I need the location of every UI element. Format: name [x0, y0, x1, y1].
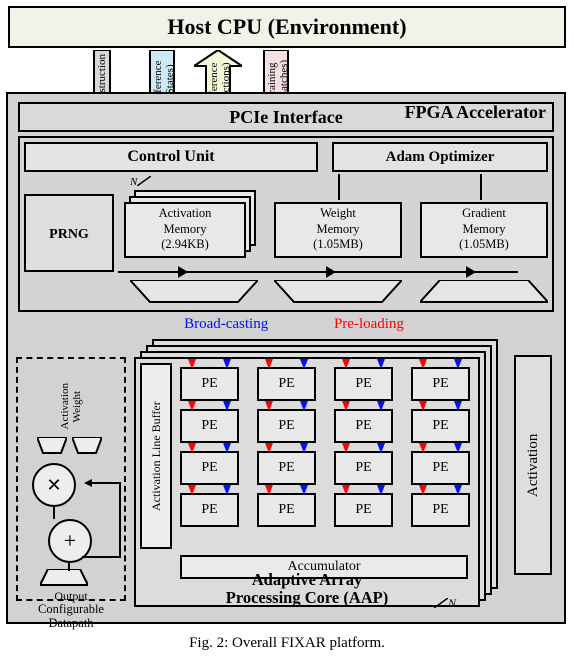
weight-mux — [72, 437, 102, 459]
pe-box: PE — [411, 493, 470, 527]
weight-memory-box: Weight Memory (1.05MB) — [274, 202, 402, 258]
pe-box: PE — [257, 451, 316, 485]
configurable-datapath-title: Configurable Datapath — [16, 603, 126, 631]
pe-box: PE — [257, 493, 316, 527]
gradient-memory-box: Gradient Memory (1.05MB) — [420, 202, 548, 258]
prng-label: PRNG — [49, 227, 89, 242]
pcie-label: PCIe Interface — [229, 107, 342, 127]
weight-input-label: Weight — [71, 383, 83, 429]
pe-box: PE — [334, 367, 393, 401]
control-unit-box: Control Unit — [24, 142, 318, 172]
connector — [338, 174, 340, 200]
pe-box: PE — [180, 367, 239, 401]
pe-box: PE — [257, 367, 316, 401]
n-replication-label-lower: N — [434, 596, 456, 611]
broadcast-label: Broad-casting — [184, 316, 268, 333]
control-unit-label: Control Unit — [127, 148, 214, 165]
plus-icon: + — [64, 528, 76, 554]
pe-box: PE — [180, 493, 239, 527]
datapath-input-labels: Activation Weight — [18, 383, 124, 429]
configurable-datapath-box: Activation Weight ✕ + Output — [16, 357, 126, 601]
adam-optimizer-box: Adam Optimizer — [332, 142, 548, 172]
aap-core-stack: Activation Line Buffer PE PE PE PE PE PE… — [134, 339, 498, 607]
preload-label: Pre-loading — [334, 316, 404, 333]
adam-label: Adam Optimizer — [386, 149, 495, 165]
pe-grid: PE PE PE PE PE PE PE PE PE PE PE PE PE P… — [180, 367, 470, 527]
pe-box: PE — [334, 409, 393, 443]
connector — [480, 174, 482, 200]
host-cpu-box: Host CPU (Environment) — [8, 6, 566, 48]
aap-title: Adaptive Array Processing Core (AAP) — [136, 570, 478, 607]
pe-box: PE — [180, 409, 239, 443]
figure-caption: Fig. 2: Overall FIXAR platform. — [0, 635, 574, 652]
aap-core-front: Activation Line Buffer PE PE PE PE PE PE… — [134, 357, 480, 607]
fpga-accelerator-box: FPGA Accelerator PCIe Interface Control … — [6, 92, 566, 624]
activation-memory-box: Activation Memory (2.94KB) — [124, 202, 246, 258]
multiply-icon: ✕ — [46, 475, 61, 496]
n-replication-label-upper: N — [130, 176, 151, 188]
lower-region: Activation Weight ✕ + Output — [18, 335, 554, 621]
bus-line — [118, 264, 518, 280]
pe-box: PE — [257, 409, 316, 443]
output-mux — [40, 569, 88, 591]
pe-box: PE — [411, 409, 470, 443]
activation-input-label: Activation — [59, 383, 71, 429]
feedback-wire — [80, 479, 124, 559]
fpga-title: FPGA Accelerator — [405, 102, 546, 123]
pe-box: PE — [411, 367, 470, 401]
prng-box: PRNG — [24, 194, 114, 272]
pe-box: PE — [334, 493, 393, 527]
pe-box: PE — [334, 451, 393, 485]
multiplier-node: ✕ — [32, 463, 76, 507]
activation-line-buffer: Activation Line Buffer — [140, 363, 172, 549]
pe-box: PE — [180, 451, 239, 485]
memory-control-block: Control Unit Adam Optimizer N PRNG Activ… — [18, 136, 554, 312]
host-cpu-label: Host CPU (Environment) — [167, 14, 406, 39]
flow-labels-row: Broad-casting Pre-loading — [12, 316, 560, 333]
pe-box: PE — [411, 451, 470, 485]
activation-memory-stack: Activation Memory (2.94KB) — [124, 190, 256, 258]
activation-block: Activation — [514, 355, 552, 575]
activation-mux — [37, 437, 67, 459]
